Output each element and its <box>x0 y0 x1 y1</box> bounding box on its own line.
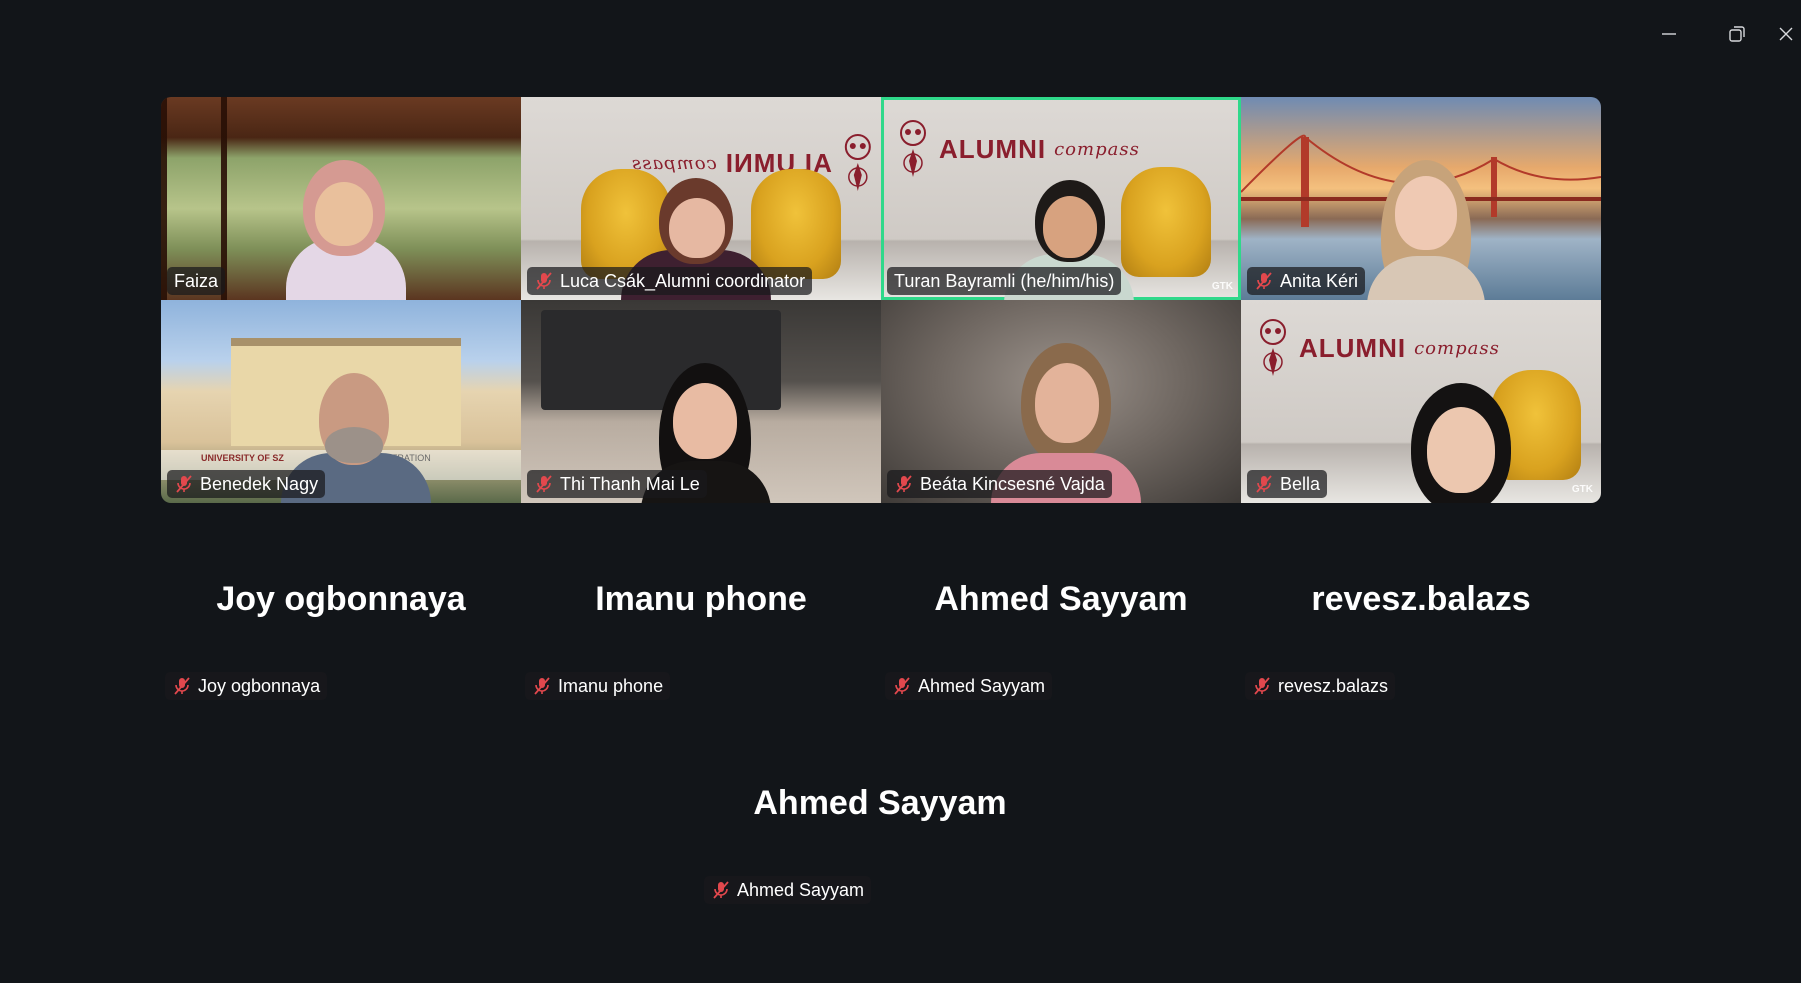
muted-microphone-icon <box>532 676 552 696</box>
muted-microphone-icon <box>172 676 192 696</box>
name-tag: Benedek Nagy <box>167 470 326 498</box>
close-icon <box>1778 26 1794 42</box>
minimize-icon <box>1661 26 1677 42</box>
name-tag: Turan Bayramli (he/him/his) <box>887 267 1122 295</box>
restore-icon <box>1728 25 1746 43</box>
audio-only-row: Joy ogbonnaya Joy ogbonnaya Imanu phone … <box>161 540 1601 710</box>
video-tile-benedek[interactable]: UNIVERSITY OF SZ S ADMINISTRATION Benede… <box>161 300 521 503</box>
participant-name: Bella <box>1280 473 1321 494</box>
participant-name: Imanu phone <box>558 675 664 696</box>
participant-display-name: Ahmed Sayyam <box>934 580 1188 618</box>
name-tag: Faiza <box>167 267 226 295</box>
participant-display-name: Joy ogbonnaya <box>216 580 466 618</box>
name-tag: Beáta Kincsesné Vajda <box>887 470 1112 498</box>
meeting-window: Faiza ALUMNI compass Luca Csák_Alumni co… <box>0 0 1801 983</box>
video-tile-thi-thanh-mai-le[interactable]: Thi Thanh Mai Le <box>521 300 881 503</box>
participant-display-name: Ahmed Sayyam <box>753 784 1007 822</box>
gtk-badge: GTK <box>1571 484 1593 495</box>
audio-tile-imanu[interactable]: Imanu phone Imanu phone <box>521 540 881 710</box>
restore-button[interactable] <box>1714 16 1760 52</box>
participant-video <box>1391 353 1531 503</box>
muted-microphone-icon <box>534 474 554 494</box>
muted-microphone-icon <box>1252 676 1272 696</box>
name-tag: Ahmed Sayyam <box>704 876 872 904</box>
muted-microphone-icon <box>894 474 914 494</box>
video-gallery: Faiza ALUMNI compass Luca Csák_Alumni co… <box>161 97 1601 503</box>
participant-display-name: Imanu phone <box>595 580 807 618</box>
name-tag: Ahmed Sayyam <box>885 672 1053 700</box>
name-tag: Joy ogbonnaya <box>165 672 328 700</box>
participant-name: Beáta Kincsesné Vajda <box>920 473 1105 494</box>
video-tile-luca[interactable]: ALUMNI compass Luca Csák_Alumni coordina… <box>521 97 881 300</box>
participant-name: Thi Thanh Mai Le <box>560 473 700 494</box>
video-tile-anita[interactable]: Anita Kéri <box>1241 97 1601 300</box>
audio-tile-joy[interactable]: Joy ogbonnaya Joy ogbonnaya <box>161 540 521 710</box>
audio-tile-revesz[interactable]: revesz.balazs revesz.balazs <box>1241 540 1601 710</box>
video-tile-faiza[interactable]: Faiza <box>161 97 521 300</box>
muted-microphone-icon <box>892 676 912 696</box>
participant-name: Benedek Nagy <box>200 473 319 494</box>
participant-name: Ahmed Sayyam <box>737 879 865 900</box>
muted-microphone-icon <box>534 271 554 291</box>
owl-logo-icon <box>840 133 876 193</box>
muted-microphone-icon <box>1254 474 1274 494</box>
minimize-button[interactable] <box>1646 16 1692 52</box>
video-tile-beata[interactable]: Beáta Kincsesné Vajda <box>881 300 1241 503</box>
participant-name: Joy ogbonnaya <box>198 675 321 696</box>
name-tag: Anita Kéri <box>1247 267 1366 295</box>
participant-name: Anita Kéri <box>1280 270 1359 291</box>
participant-name: Luca Csák_Alumni coordinator <box>560 270 806 291</box>
owl-logo-icon <box>1255 318 1291 378</box>
name-tag: revesz.balazs <box>1245 672 1396 700</box>
audio-tile-ahmed-second[interactable]: Ahmed Sayyam Ahmed Sayyam <box>700 744 1060 914</box>
participant-name: Ahmed Sayyam <box>918 675 1046 696</box>
participant-video <box>281 120 411 300</box>
name-tag: Thi Thanh Mai Le <box>527 470 707 498</box>
gtk-badge: GTK <box>1211 281 1233 292</box>
name-tag: Luca Csák_Alumni coordinator <box>527 267 813 295</box>
muted-microphone-icon <box>1254 271 1274 291</box>
name-tag: Bella <box>1247 470 1328 498</box>
participant-video <box>1361 130 1491 300</box>
close-button[interactable] <box>1778 16 1801 52</box>
owl-logo-icon <box>895 119 931 179</box>
muted-microphone-icon <box>711 880 731 900</box>
participant-name: Faiza <box>174 270 219 291</box>
name-tag: Imanu phone <box>525 672 671 700</box>
participant-name: revesz.balazs <box>1278 675 1389 696</box>
muted-microphone-icon <box>174 474 194 494</box>
video-tile-bella[interactable]: ALUMNI compass Bella GTK <box>1241 300 1601 503</box>
participant-display-name: revesz.balazs <box>1311 580 1531 618</box>
participant-name: Turan Bayramli (he/him/his) <box>894 270 1115 291</box>
audio-tile-ahmed[interactable]: Ahmed Sayyam Ahmed Sayyam <box>881 540 1241 710</box>
video-tile-turan[interactable]: ALUMNI compass Turan Bayramli (he/him/hi… <box>881 97 1241 300</box>
university-name: UNIVERSITY OF SZ <box>201 453 284 463</box>
